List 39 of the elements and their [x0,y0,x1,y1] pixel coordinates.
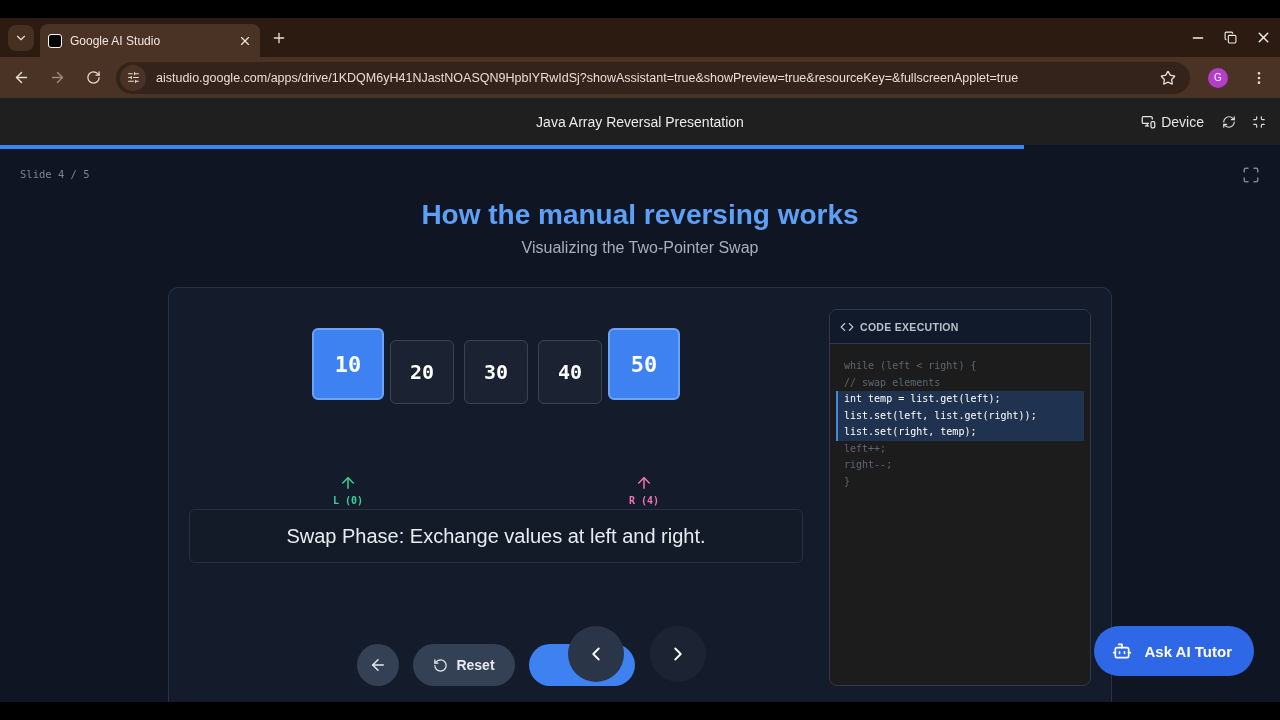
refresh-icon[interactable] [1222,114,1236,129]
back-button[interactable] [357,644,400,686]
pointer-label: L (0) [332,495,364,506]
code-line: left++; [843,441,888,456]
robot-icon [1112,641,1133,661]
code-panel-title: CODE EXECUTION [860,320,959,333]
favicon-icon [48,33,62,48]
restore-icon[interactable] [1224,31,1237,44]
array-cell: 20 [390,340,454,404]
exit-fullscreen-icon[interactable] [1252,114,1266,129]
slide-counter: Slide 4 / 5 [20,168,90,180]
code-line: right--; [843,458,894,472]
pointer-label: R (4) [628,495,660,506]
profile-avatar[interactable]: G [1208,67,1228,88]
bookmark-star-icon[interactable] [1160,69,1176,86]
refresh-icon [433,657,449,673]
slide-title: How the manual reversing works [421,199,859,231]
code-line: } [843,474,852,489]
code-line: while (left < right) { [843,359,978,373]
fullscreen-corners-icon [1242,166,1260,184]
code-line: // swap elements [843,375,942,390]
tab-list-button[interactable] [8,24,34,51]
array-cell: 30 [464,340,528,404]
address-bar[interactable]: aistudio.google.com/apps/drive/1KDQM6yH41NJastNOASQN9HpbIYRwIdSj?showAssistant=true&showPreview=true&resourceKey=&fullscreenApplet=true [116,61,1190,94]
devices-icon [1141,114,1157,129]
slide-subtitle: Visualizing the Two-Pointer Swap [521,239,759,257]
phase-message: Swap Phase: Exchange values at left and right. [189,509,803,563]
previous-slide-button[interactable] [568,626,625,682]
ask-ai-tutor-button[interactable]: Ask AI Tutor [1094,626,1254,676]
app-title: Java Array Reversal Presentation [536,113,744,130]
array-cell: 50 [608,328,680,400]
reset-button[interactable]: Reset [413,644,515,686]
sliders-icon [126,71,140,84]
reload-icon [85,70,101,85]
array-cell: 10 [312,328,384,400]
site-settings-icon[interactable] [120,64,146,91]
device-button[interactable]: Device [1139,111,1206,132]
browser-tab[interactable]: Google AI Studio [40,24,260,57]
array-cell: 40 [538,340,602,404]
